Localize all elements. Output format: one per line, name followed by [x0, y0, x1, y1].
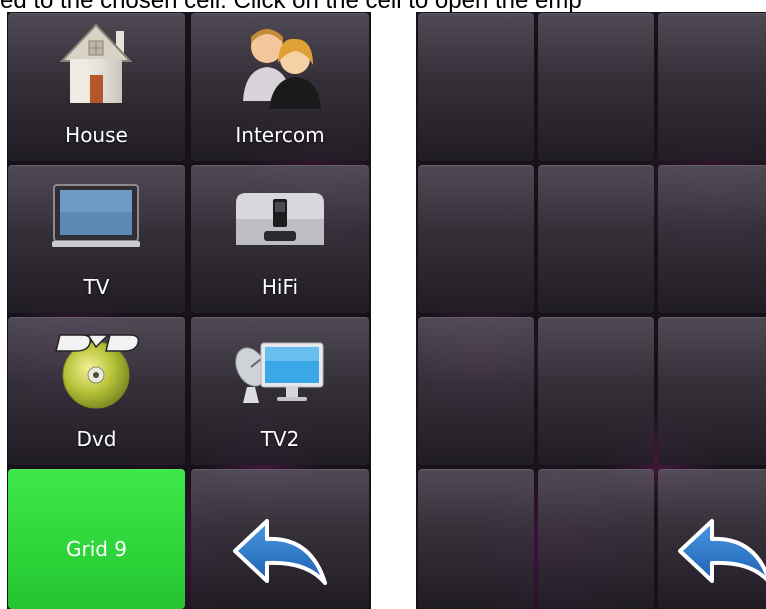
tile-tv2[interactable]: TV2: [191, 317, 369, 465]
instruction-caption: ed to the chosen cell. Click on the cell…: [0, 0, 766, 12]
hifi-speaker-icon: [236, 193, 324, 245]
back-button[interactable]: [658, 469, 766, 609]
tile-dvd[interactable]: Dvd: [8, 317, 185, 465]
empty-cell[interactable]: [538, 317, 654, 465]
tile-intercom[interactable]: Intercom: [191, 13, 369, 161]
house-icon: [59, 23, 133, 103]
tile-label: HiFi: [261, 275, 299, 299]
empty-cell[interactable]: [538, 13, 654, 161]
dvd-disc-icon: [55, 334, 140, 409]
tv-icon: [52, 184, 140, 247]
back-arrow-icon: [678, 519, 766, 583]
empty-cell[interactable]: [658, 13, 766, 161]
empty-cell[interactable]: [538, 165, 654, 313]
back-arrow-icon: [233, 519, 327, 585]
empty-cell[interactable]: [658, 317, 766, 465]
empty-cell[interactable]: [418, 469, 534, 609]
tv-satellite-icon: [235, 342, 324, 403]
tile-label: Grid 9: [65, 537, 128, 561]
tile-label: Dvd: [76, 427, 117, 451]
empty-cell[interactable]: [538, 469, 654, 609]
tile-label: House: [65, 123, 128, 147]
tile-tv[interactable]: TV: [8, 165, 185, 313]
tile-hifi[interactable]: HiFi: [191, 165, 369, 313]
empty-cell[interactable]: [418, 13, 534, 161]
empty-cell[interactable]: [418, 317, 534, 465]
tile-label: TV: [83, 275, 110, 299]
grid-panel-left: House Intercom TV HiFi Dvd TV2 Grid 9: [7, 12, 371, 609]
intercom-people-icon: [243, 29, 321, 109]
tile-label: TV2: [260, 427, 300, 451]
tile-house[interactable]: House: [8, 13, 185, 161]
tile-label: Intercom: [235, 123, 325, 147]
empty-cell[interactable]: [658, 165, 766, 313]
empty-cell[interactable]: [418, 165, 534, 313]
tile-grid-9[interactable]: Grid 9: [8, 469, 185, 609]
back-button[interactable]: [191, 469, 369, 609]
grid-panel-right: [416, 12, 766, 609]
